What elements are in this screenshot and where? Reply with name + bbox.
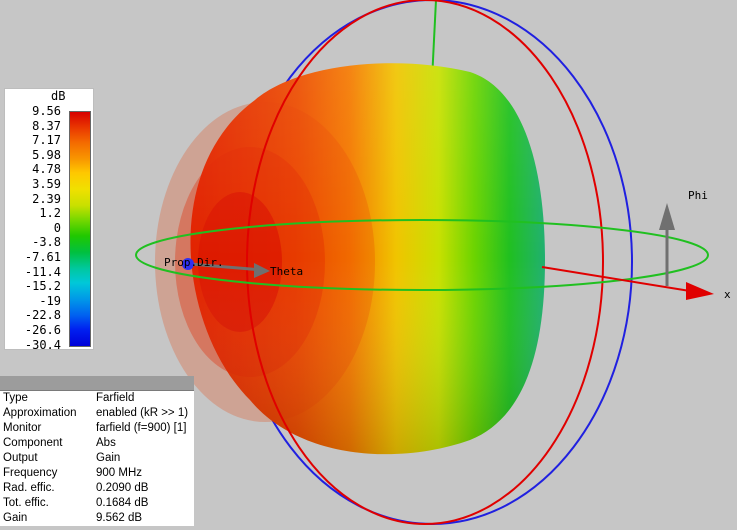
info-row: Tot. effic. 0.1684 dB: [0, 496, 194, 511]
info-value: Gain: [96, 452, 121, 464]
info-value: farfield (f=900) [1]: [96, 422, 187, 434]
info-key: Monitor: [3, 422, 42, 434]
legend-unit: dB: [51, 89, 66, 103]
legend-tick-label: 2.39: [32, 191, 61, 206]
color-scale-legend: dB 9.56 8.37 7.17 5.98 4.78 3.59 2.39 1.2 0 -3.8-…: [4, 88, 94, 352]
info-row: Monitor farfield (f=900) [1]: [0, 421, 194, 436]
info-value: 900 MHz: [96, 467, 143, 479]
legend-tick-label: 0: [53, 220, 61, 235]
legend-tick-label: -19: [39, 293, 61, 308]
info-value: 9.562 dB: [96, 512, 143, 524]
info-row: Frequency 900 MHz: [0, 466, 194, 481]
prop-dir-label: Prop.Dir.: [164, 256, 224, 269]
legend-tick-label: -15.2: [24, 279, 61, 294]
legend-tick-label: -30.4: [24, 337, 61, 352]
legend-tick-label: 7.17: [32, 133, 61, 148]
phi-arrowhead: [659, 203, 675, 230]
legend-tick-label: 4.78: [32, 162, 61, 177]
legend-tick-label: -26.6: [24, 323, 61, 338]
info-row: Type Farfield: [0, 391, 194, 406]
theta-label: Theta: [270, 265, 303, 278]
x-axis-arrowhead: [686, 282, 714, 300]
info-key: Gain: [3, 512, 28, 524]
info-key: Rad. effic.: [3, 482, 55, 494]
legend-tick-label: 1.2: [39, 206, 61, 221]
info-row: Approximation enabled (kR >> 1): [0, 406, 194, 421]
info-key: Frequency: [3, 467, 58, 479]
legend-tick-label: -7.61: [24, 250, 61, 265]
info-key: Component: [3, 437, 63, 449]
legend-tick-label: -11.4: [24, 264, 61, 279]
info-value: enabled (kR >> 1): [96, 407, 189, 419]
info-value: 0.1684 dB: [96, 497, 149, 509]
legend-tick-label: 9.56: [32, 104, 61, 118]
info-value: 0.2090 dB: [96, 482, 149, 494]
result-info-panel: Type Farfield Approximation enabled (kR >> …: [0, 376, 194, 526]
color-scale-bar: [69, 111, 91, 347]
legend-tick-label: 5.98: [32, 147, 61, 162]
legend-tick-label: -3.8: [32, 235, 61, 250]
info-key: Approximation: [3, 407, 77, 419]
info-row: Output Gain: [0, 451, 194, 466]
legend-tick-label: 8.37: [32, 118, 61, 133]
info-row: Component Abs: [0, 436, 194, 451]
info-panel-header[interactable]: [0, 376, 194, 391]
info-value: Farfield: [96, 392, 135, 404]
info-key: Tot. effic.: [3, 497, 49, 509]
legend-tick-label: -22.8: [24, 308, 61, 323]
x-axis-label: x: [724, 288, 731, 301]
info-key: Type: [3, 392, 28, 404]
phi-label: Phi: [688, 189, 708, 202]
info-row: Gain 9.562 dB: [0, 511, 194, 526]
legend-tick-label: 3.59: [32, 177, 61, 191]
info-key: Output: [3, 452, 38, 464]
info-row: Rad. effic. 0.2090 dB: [0, 481, 194, 496]
info-value: Abs: [96, 437, 116, 449]
